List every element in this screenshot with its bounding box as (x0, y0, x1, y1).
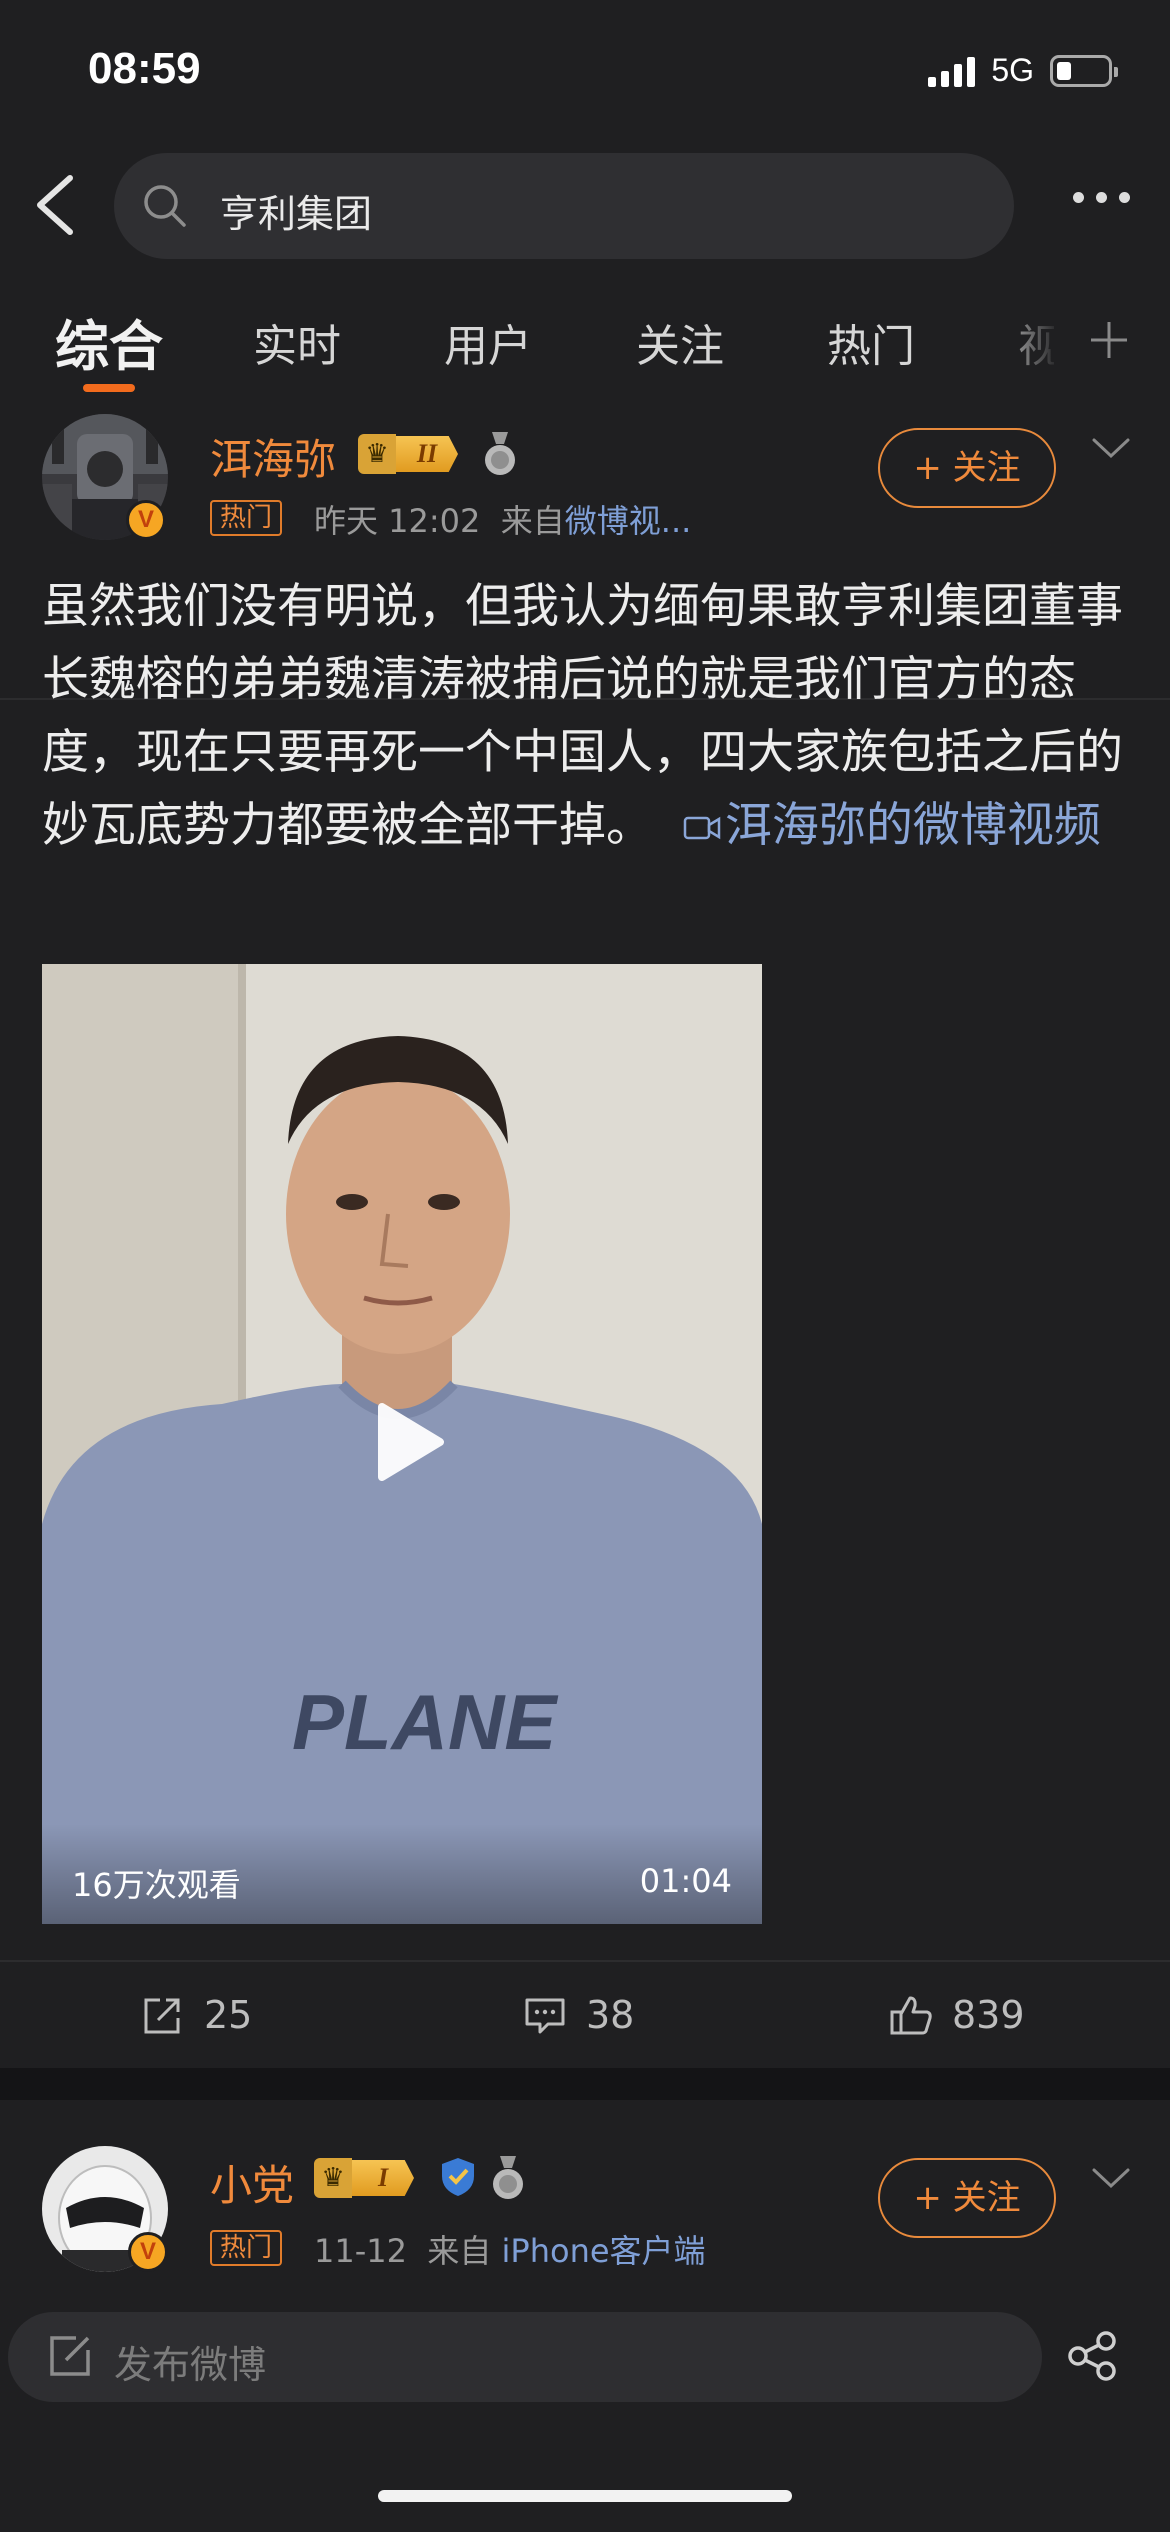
edit-icon (50, 2336, 90, 2376)
play-icon[interactable] (362, 1399, 448, 1485)
battery-icon (1050, 54, 1118, 87)
username[interactable]: 小党 (210, 2152, 294, 2213)
comment-icon (525, 1998, 565, 2034)
level-label: I (352, 2160, 414, 2196)
chevron-down-icon[interactable] (1090, 434, 1132, 462)
share-icon[interactable] (1066, 2330, 1118, 2382)
crown-icon: ♛ (358, 434, 396, 474)
post-separator (0, 2068, 1170, 2100)
search-icon (144, 185, 186, 227)
crown-icon: ♛ (314, 2158, 352, 2198)
member-level-badge: ♛ I (314, 2158, 414, 2198)
post-time: 昨天 12:02 (314, 502, 481, 540)
compose-input[interactable]: 发布微博 (8, 2312, 1042, 2402)
tab-realtime[interactable]: 实时 (253, 310, 341, 374)
tab-hot[interactable]: 热门 (827, 310, 915, 374)
post-time: 11-12 (314, 2232, 407, 2270)
member-level-badge: ♛ II (358, 434, 458, 474)
level-label: II (396, 436, 458, 472)
tab-bar: 综合 实时 用户 关注 热门 视 (0, 296, 1170, 700)
comment-count: 38 (586, 1993, 635, 2037)
source-prefix: 来自 (427, 2232, 492, 2270)
thumbs-up-icon (890, 1996, 932, 2035)
post-source[interactable]: iPhone客户端 (502, 2232, 706, 2270)
search-input[interactable]: 亨利集团 (114, 153, 1014, 259)
network-type: 5G (991, 52, 1034, 88)
post-actions: 25 38 839 (0, 1960, 1170, 2070)
status-time: 08:59 (88, 44, 201, 93)
compose-placeholder: 发布微博 (114, 2343, 267, 2387)
tab-following[interactable]: 关注 (636, 310, 724, 374)
source-prefix: 来自 (500, 502, 565, 540)
follow-button[interactable]: + 关注 (878, 2158, 1056, 2238)
chevron-down-icon[interactable] (1090, 2164, 1132, 2192)
video-link[interactable]: 洱海弥的微博视频 (683, 798, 1101, 853)
comment-button[interactable]: 38 (522, 1992, 634, 2038)
repost-count: 25 (204, 1993, 253, 2037)
tab-users[interactable]: 用户 (444, 310, 532, 374)
view-count: 16万次观看 (72, 1866, 241, 1904)
repost-icon (144, 1998, 180, 2034)
video-link-label: 洱海弥的微博视频 (724, 798, 1101, 853)
feed-post[interactable]: V 洱海弥 ♛ II 热门 昨天 12:02 来自微博视... + 关注 虽然我… (0, 404, 1170, 2069)
like-button[interactable]: 839 (888, 1992, 1025, 2038)
repost-button[interactable]: 25 (140, 1992, 252, 2038)
hot-tag: 热门 (210, 2230, 283, 2266)
verified-badge: V (128, 2232, 168, 2272)
more-options-icon[interactable] (1073, 192, 1130, 203)
video-player[interactable]: PLANE 16万次观看 01:04 (42, 964, 762, 1924)
shirt-text: PLANE (292, 1678, 558, 1766)
video-camera-icon (683, 816, 721, 840)
like-count: 839 (952, 1993, 1025, 2037)
hot-tag: 热门 (210, 500, 283, 536)
tab-comprehensive[interactable]: 综合 (55, 302, 163, 381)
post-meta: 11-12 来自 iPhone客户端 (314, 2226, 706, 2272)
medal-icon (485, 432, 515, 475)
post-meta: 昨天 12:02 来自微博视... (314, 496, 691, 542)
search-query: 亨利集团 (220, 192, 373, 236)
verified-badge: V (126, 500, 166, 540)
signal-icon (928, 55, 976, 87)
search-header: 亨利集团 (0, 150, 1170, 260)
video-duration: 01:04 (639, 1862, 732, 1900)
post-text: 虽然我们没有明说，但我认为缅甸果敢亨利集团董事长魏榕的弟弟魏清涛被捕后说的就是我… (42, 570, 1128, 862)
shield-badge-icon (442, 2158, 474, 2196)
medal-icon (493, 2156, 523, 2199)
home-indicator[interactable] (378, 2490, 792, 2502)
post-source[interactable]: 微博视... (565, 502, 692, 540)
active-tab-indicator (83, 384, 135, 392)
status-bar: 08:59 5G (0, 0, 1170, 140)
add-tab-icon[interactable] (1085, 316, 1133, 364)
follow-button[interactable]: + 关注 (878, 428, 1056, 508)
tab-fade (990, 296, 1060, 386)
username[interactable]: 洱海弥 (210, 426, 336, 487)
status-indicators: 5G (928, 52, 1118, 89)
back-arrow-icon[interactable] (28, 172, 88, 238)
